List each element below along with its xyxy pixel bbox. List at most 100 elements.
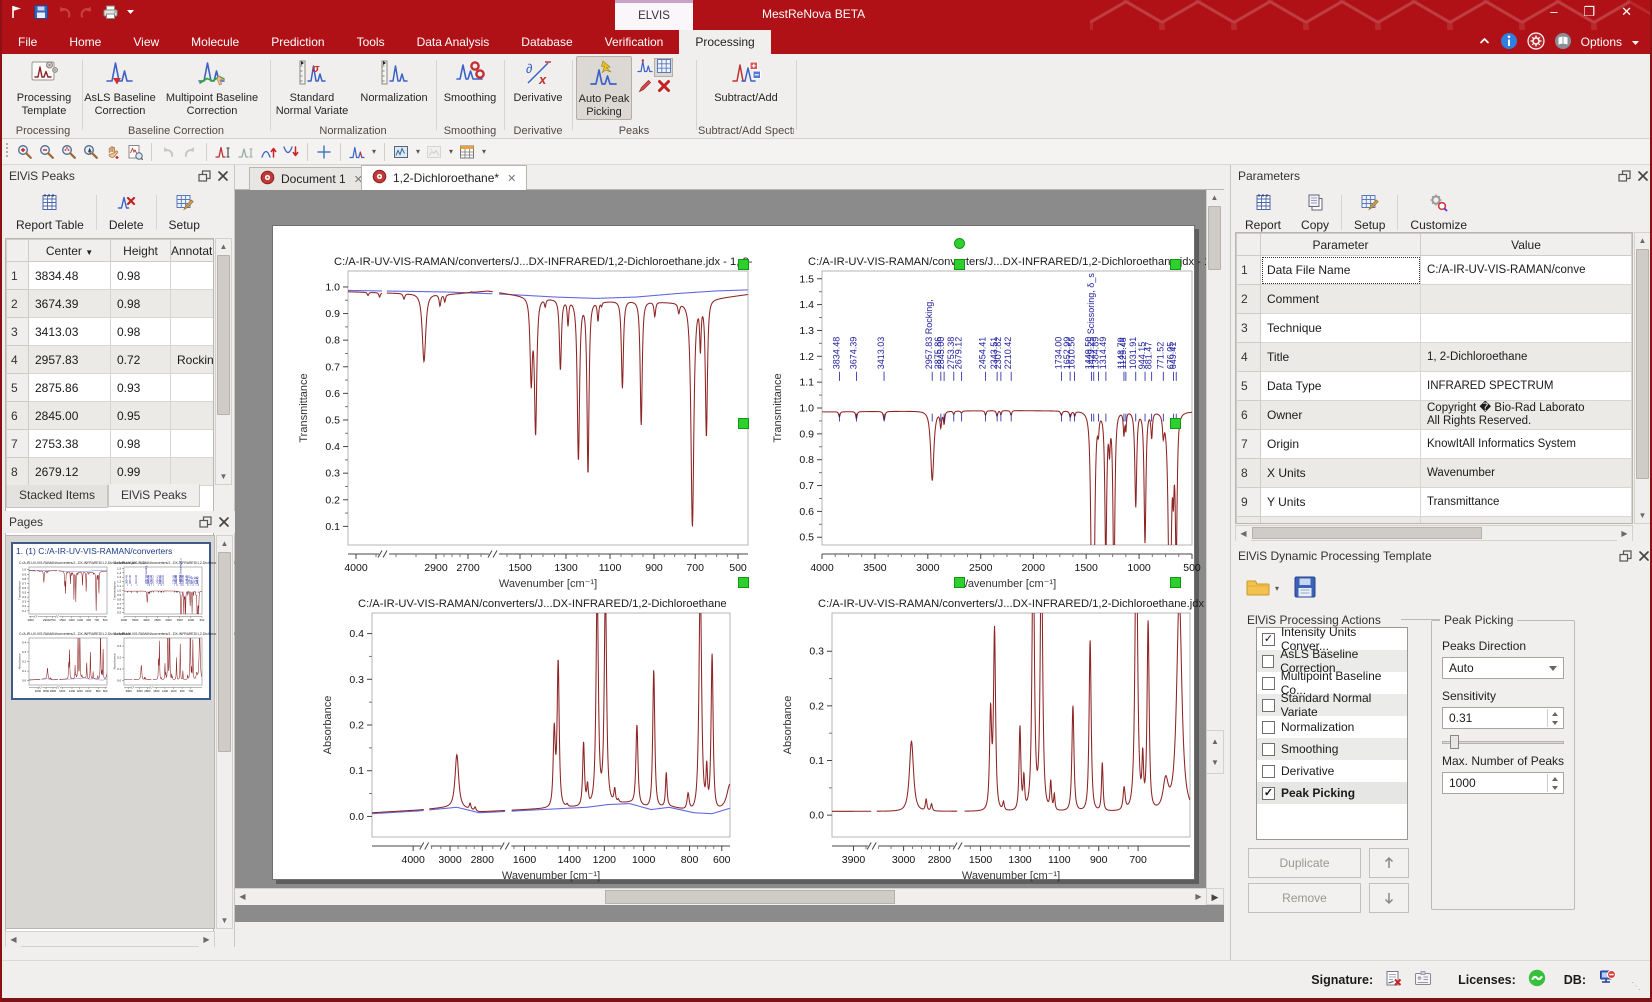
info-icon[interactable] — [1500, 32, 1518, 53]
action-item-normalization[interactable]: Normalization — [1257, 716, 1407, 738]
parameters-table-row[interactable]: 2Comment — [1237, 285, 1632, 314]
delete-peaks-button[interactable]: Delete — [99, 191, 154, 234]
parameters-customize-button[interactable]: Customize — [1400, 191, 1477, 234]
action-item-derivative[interactable]: Derivative — [1257, 760, 1407, 782]
sensitivity-input[interactable]: 0.31 — [1442, 707, 1564, 729]
multipoint-baseline-correction-button[interactable]: Multipoint Baseline Correction — [158, 56, 266, 120]
spectrum-chart-bottom-right[interactable]: C:/A-IR-UV-VIS-RAMAN/converters/J...DX-I… — [775, 596, 1195, 881]
menu-item-data-analysis[interactable]: Data Analysis — [401, 35, 506, 49]
subtract-add-button[interactable]: Subtract/Add — [706, 56, 786, 120]
peak-analysis-icon[interactable] — [349, 144, 365, 160]
parameters-report-button[interactable]: Report — [1235, 191, 1291, 234]
spectrum-chart-bottom-left-thumbnail[interactable]: C:/A-IR-UV-VIS-RAMAN/converters/J...DX-I… — [17, 630, 110, 696]
selection-handle[interactable] — [954, 259, 965, 270]
quick-access-dropdown-icon[interactable] — [126, 9, 135, 15]
peak-by-threshold-icon[interactable] — [215, 144, 232, 160]
menu-item-verification[interactable]: Verification — [589, 35, 680, 49]
document-canvas[interactable]: C:/A-IR-UV-VIS-RAMAN/converters/J...DX-I… — [235, 190, 1224, 922]
selection-handle[interactable] — [1170, 577, 1181, 588]
database-status-icon[interactable] — [1598, 969, 1616, 990]
zoom-region-icon[interactable] — [61, 144, 77, 160]
parameters-table-row[interactable]: 6Owner Copyright � Bio-Rad LaboratoAll R… — [1237, 401, 1632, 430]
menu-item-prediction[interactable]: Prediction — [255, 35, 340, 49]
checkbox[interactable] — [1262, 677, 1275, 690]
action-item-peak-picking[interactable]: ✓Peak Picking — [1257, 782, 1407, 804]
maximize-button[interactable]: ❒ — [1583, 4, 1595, 20]
sensitivity-slider[interactable] — [1442, 733, 1564, 751]
canvas-vscrollbar[interactable]: ▲ ▼ — [1206, 190, 1224, 905]
parameters-table-row[interactable]: 10Original X Units Wavenumber — [1237, 517, 1632, 525]
peaks-table-row[interactable]: 42957.830.72Rocking, — [7, 346, 215, 374]
parameters-table-row[interactable]: 7Origin KnowItAll Informatics System — [1237, 430, 1632, 459]
close-panel-icon[interactable] — [217, 514, 231, 536]
peaks-table-small-button[interactable] — [636, 58, 653, 77]
peak-edit-small-button[interactable] — [636, 78, 653, 97]
spectrum-chart-top-left-thumbnail[interactable]: C:/A-IR-UV-VIS-RAMAN/converters/J...DX-I… — [17, 559, 110, 625]
spectrum-chart-top-right[interactable]: C:/A-IR-UV-VIS-RAMAN/converters/J...DX-I… — [765, 254, 1197, 589]
rotation-handle[interactable] — [954, 238, 965, 249]
parameters-vscrollbar[interactable]: ▲ ▼ — [1634, 232, 1651, 524]
zoom-out-icon[interactable] — [39, 144, 55, 160]
peak-max-icon[interactable] — [261, 144, 277, 160]
peak-min-icon[interactable] — [283, 144, 299, 160]
page-thumbnail-1[interactable]: 1. (1) C:/A-IR-UV-VIS-RAMAN/converters C… — [11, 542, 211, 700]
document-tab-2[interactable]: 1,2-Dichloroethane*✕ — [361, 165, 527, 190]
float-panel-icon[interactable] — [197, 168, 212, 190]
manual-book-icon[interactable] — [1554, 32, 1572, 53]
checkbox[interactable] — [1262, 765, 1275, 778]
peaks-table-row[interactable]: 62845.000.95 — [7, 402, 215, 430]
open-template-icon[interactable] — [1245, 576, 1271, 601]
peaks-table-row[interactable]: 33413.030.98 — [7, 318, 215, 346]
remove-button[interactable]: Remove — [1248, 883, 1361, 913]
spectrum-chart-bottom-right-thumbnail[interactable]: C:/A-IR-UV-VIS-RAMAN/converters/J...DX-I… — [112, 630, 205, 696]
pages-hscrollbar[interactable]: ◀ ▶ — [5, 931, 215, 947]
tab-stacked-items[interactable]: Stacked Items — [6, 485, 108, 508]
resize-grip[interactable]: ⋱ — [1631, 981, 1642, 992]
parameters-copy-button[interactable]: Copy — [1291, 191, 1339, 234]
report-preview-icon[interactable] — [127, 144, 143, 160]
processing-template-button[interactable]: Processing Template — [9, 56, 79, 120]
max-peaks-input[interactable]: 1000 — [1442, 772, 1564, 794]
minimize-button[interactable]: – — [1550, 4, 1557, 20]
page-navigation-buttons[interactable]: ▲▼ — [1206, 730, 1224, 774]
action-item-standard-normal-variate[interactable]: Standard Normal Variate — [1257, 694, 1407, 716]
parameters-table-row[interactable]: 8X Units Wavenumber — [1237, 459, 1632, 488]
menu-item-file[interactable]: File — [2, 35, 53, 49]
column-header-center[interactable]: Center ▼ — [29, 240, 111, 262]
pages-scrollbar[interactable]: ▲ ▼ — [216, 535, 233, 929]
pan-hand-icon[interactable] — [105, 144, 121, 160]
normalization-button[interactable]: Normalization — [354, 56, 434, 120]
checkbox[interactable]: ✓ — [1262, 787, 1275, 800]
peak-delete-small-button[interactable] — [654, 78, 673, 97]
column-header-value[interactable]: Value — [1421, 234, 1632, 256]
float-panel-icon[interactable] — [1617, 168, 1632, 190]
toolbar-drag-handle[interactable] — [4, 141, 11, 162]
spectrum-chart-top-right-thumbnail[interactable]: C:/A-IR-UV-VIS-RAMAN/converters/J...DX-I… — [112, 559, 205, 625]
tab-elvis-peaks[interactable]: ElViS Peaks — [108, 484, 200, 507]
checkbox[interactable] — [1262, 699, 1275, 712]
close-panel-icon[interactable] — [1637, 548, 1651, 570]
close-panel-icon[interactable] — [1636, 168, 1650, 190]
derivative-button[interactable]: ∂x Derivative — [506, 56, 570, 120]
parameters-hscrollbar[interactable]: ◀ ▶ — [1235, 525, 1633, 541]
close-button[interactable]: ✕ — [1621, 4, 1632, 20]
column-header-parameter[interactable]: Parameter — [1261, 234, 1421, 256]
smoothing-button[interactable]: Smoothing — [438, 56, 502, 120]
crosshair-icon[interactable] — [316, 144, 332, 160]
canvas-corner-button[interactable]: ▶ — [1206, 888, 1224, 905]
selection-handle[interactable] — [738, 418, 749, 429]
collapse-ribbon-icon[interactable] — [1478, 34, 1491, 50]
checkbox[interactable] — [1262, 743, 1275, 756]
standard-normal-variate-button[interactable]: σ Standard Normal Variate — [272, 56, 352, 120]
column-header-height[interactable]: Height — [111, 240, 171, 262]
parameters-table-row[interactable]: 9Y Units Transmittance — [1237, 488, 1632, 517]
parameters-table-row[interactable]: 1Data File Name C:/A-IR-UV-VIS-RAMAN/con… — [1237, 256, 1632, 285]
selection-handle[interactable] — [738, 259, 749, 270]
float-panel-icon[interactable] — [1618, 548, 1633, 570]
menu-item-home[interactable]: Home — [53, 35, 117, 49]
menu-item-view[interactable]: View — [117, 35, 175, 49]
menu-item-processing[interactable]: Processing — [679, 30, 770, 54]
signature-document-icon[interactable] — [1385, 970, 1402, 990]
peaks-table-row[interactable]: 72753.380.98 — [7, 430, 215, 458]
spectrum-chart-top-left[interactable]: C:/A-IR-UV-VIS-RAMAN/converters/J...DX-I… — [291, 254, 753, 589]
